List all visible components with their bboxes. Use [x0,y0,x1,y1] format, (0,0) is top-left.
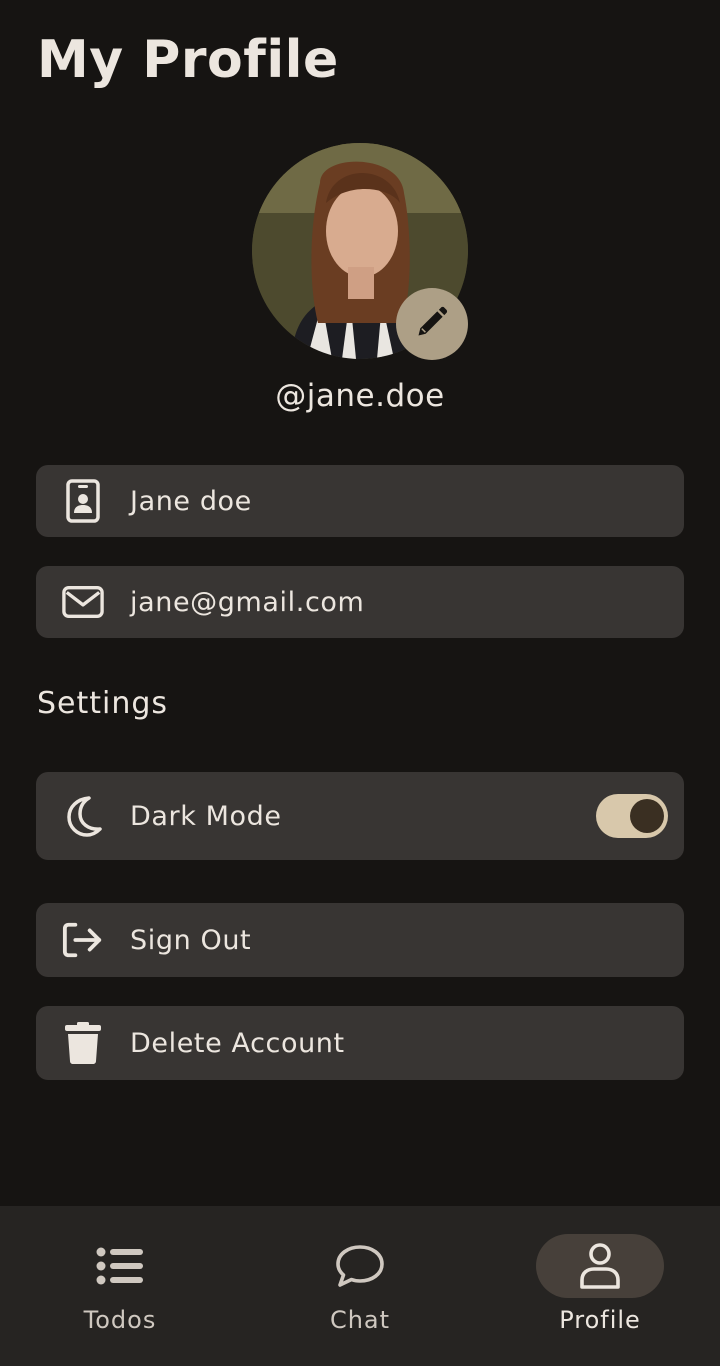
nav-label-profile: Profile [559,1306,641,1334]
email-value: jane@gmail.com [130,586,365,618]
edit-avatar-button[interactable] [396,288,468,360]
delete-account-label: Delete Account [130,1027,345,1059]
nav-label-todos: Todos [83,1306,157,1334]
sign-out-button[interactable]: Sign Out [36,903,684,977]
nav-label-chat: Chat [329,1306,391,1334]
profile-screen: My Profile @jane.doe Jane doe jane@gmail… [0,0,720,1366]
toggle-knob [630,799,664,833]
username: @jane.doe [275,378,445,414]
pencil-icon [414,304,450,344]
person-icon [570,1242,630,1290]
page-title: My Profile [37,30,339,90]
delete-account-button[interactable]: Delete Account [36,1006,684,1080]
settings-heading: Settings [37,686,169,721]
chat-bubble-icon [330,1242,390,1290]
moon-icon [62,795,104,837]
dark-mode-label: Dark Mode [130,800,282,832]
id-badge-icon [62,479,104,523]
bottom-navigation: Todos Chat Profile [0,1206,720,1366]
name-field[interactable]: Jane doe [36,465,684,537]
sign-out-icon [62,919,104,961]
dark-mode-row: Dark Mode [36,772,684,860]
avatar-container [252,143,468,360]
list-icon [90,1242,150,1290]
email-field[interactable]: jane@gmail.com [36,566,684,638]
sign-out-label: Sign Out [130,924,252,956]
name-value: Jane doe [130,485,252,517]
envelope-icon [62,581,104,623]
nav-item-profile[interactable]: Profile [480,1206,720,1366]
nav-item-todos[interactable]: Todos [0,1206,240,1366]
nav-item-chat[interactable]: Chat [240,1206,480,1366]
dark-mode-toggle[interactable] [596,794,668,838]
trash-icon [62,1022,104,1064]
